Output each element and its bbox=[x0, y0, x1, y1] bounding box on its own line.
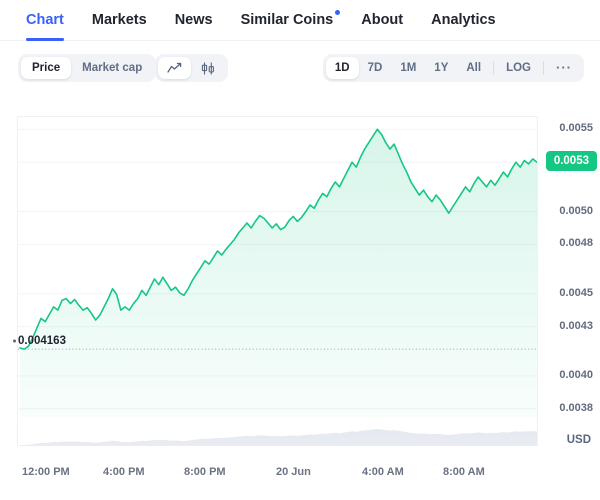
time-range-group: 1D 7D 1M 1Y All LOG ··· bbox=[322, 54, 584, 82]
chart-area-fill bbox=[20, 129, 537, 417]
metric-toggle-group: Price Market cap bbox=[18, 54, 157, 82]
range-7d-button[interactable]: 7D bbox=[359, 57, 392, 79]
tab-news[interactable]: News bbox=[175, 0, 213, 41]
chart-type-group bbox=[155, 54, 228, 82]
y-axis-tick-label: 0.0038 bbox=[559, 401, 593, 414]
tab-chart-label: Chart bbox=[26, 12, 64, 28]
chart-type-candlestick-button[interactable] bbox=[191, 57, 225, 79]
x-axis: 12:00 PM 4:00 PM 8:00 PM 20 Jun 4:00 AM 8:00 … bbox=[0, 466, 600, 486]
x-axis-tick-label: 4:00 PM bbox=[103, 466, 145, 478]
x-axis-tick-label: 8:00 PM bbox=[184, 466, 226, 478]
toolbar-divider bbox=[493, 61, 495, 75]
metric-marketcap-button[interactable]: Market cap bbox=[71, 57, 153, 79]
range-1d-button[interactable]: 1D bbox=[325, 57, 359, 79]
line-chart-icon bbox=[167, 62, 182, 74]
y-axis-tick-label: 0.0048 bbox=[559, 237, 593, 250]
y-axis-tick-label: 0.0040 bbox=[559, 368, 593, 381]
tab-similar-coins-label: Similar Coins bbox=[240, 12, 334, 28]
low-price-marker-dot-icon bbox=[13, 339, 16, 343]
candlestick-chart-icon bbox=[200, 62, 216, 75]
y-axis-tick-label: 0.0055 bbox=[559, 122, 593, 135]
tab-news-label: News bbox=[174, 12, 213, 28]
tab-about-label: About bbox=[361, 12, 404, 28]
x-axis-tick-label: 8:00 AM bbox=[443, 466, 485, 478]
metric-price-button[interactable]: Price bbox=[21, 57, 72, 79]
tab-markets[interactable]: Markets bbox=[92, 0, 147, 41]
range-all-button[interactable]: All bbox=[457, 57, 490, 79]
range-1m-button[interactable]: 1M bbox=[391, 57, 425, 79]
tab-similar-coins[interactable]: Similar Coins bbox=[240, 0, 341, 41]
current-price-badge: 0.0053 bbox=[545, 151, 597, 172]
y-axis-tick-label: 0.0050 bbox=[559, 204, 593, 217]
range-1y-button[interactable]: 1Y bbox=[425, 57, 457, 79]
tab-bar: Chart Markets News Similar Coins About A… bbox=[0, 0, 600, 41]
toolbar-divider-2 bbox=[543, 61, 544, 75]
log-scale-button[interactable]: LOG bbox=[497, 57, 540, 79]
price-chart[interactable]: CoinMarketCap bbox=[17, 116, 538, 446]
navigator-area bbox=[18, 429, 537, 446]
y-axis-tick-label: 0.0043 bbox=[559, 319, 593, 332]
chart-type-line-button[interactable] bbox=[158, 57, 191, 79]
x-axis-tick-label: 4:00 AM bbox=[362, 466, 404, 478]
new-badge-dot-icon bbox=[335, 9, 341, 15]
low-price-label: 0.004163 bbox=[18, 335, 66, 347]
currency-label: USD bbox=[566, 434, 591, 446]
chart-toolbar: Price Market cap 1D 7D 1M 1Y All LOG ··· bbox=[0, 41, 600, 93]
tab-analytics[interactable]: Analytics bbox=[431, 0, 495, 41]
tab-markets-label: Markets bbox=[91, 12, 147, 28]
x-axis-tick-label: 20 Jun bbox=[276, 466, 311, 478]
y-axis-tick-label: 0.0045 bbox=[559, 286, 593, 299]
chart-navigator bbox=[18, 429, 537, 446]
y-axis: 0.0055 0.0053 0.0050 0.0048 0.0045 0.0043 0.00… bbox=[541, 116, 600, 446]
price-chart-canvas bbox=[18, 128, 537, 446]
tab-chart[interactable]: Chart bbox=[26, 0, 64, 41]
tab-about[interactable]: About bbox=[361, 0, 403, 41]
more-options-button[interactable]: ··· bbox=[547, 57, 581, 79]
x-axis-tick-label: 12:00 PM bbox=[22, 466, 70, 478]
tab-analytics-label: Analytics bbox=[431, 12, 496, 28]
